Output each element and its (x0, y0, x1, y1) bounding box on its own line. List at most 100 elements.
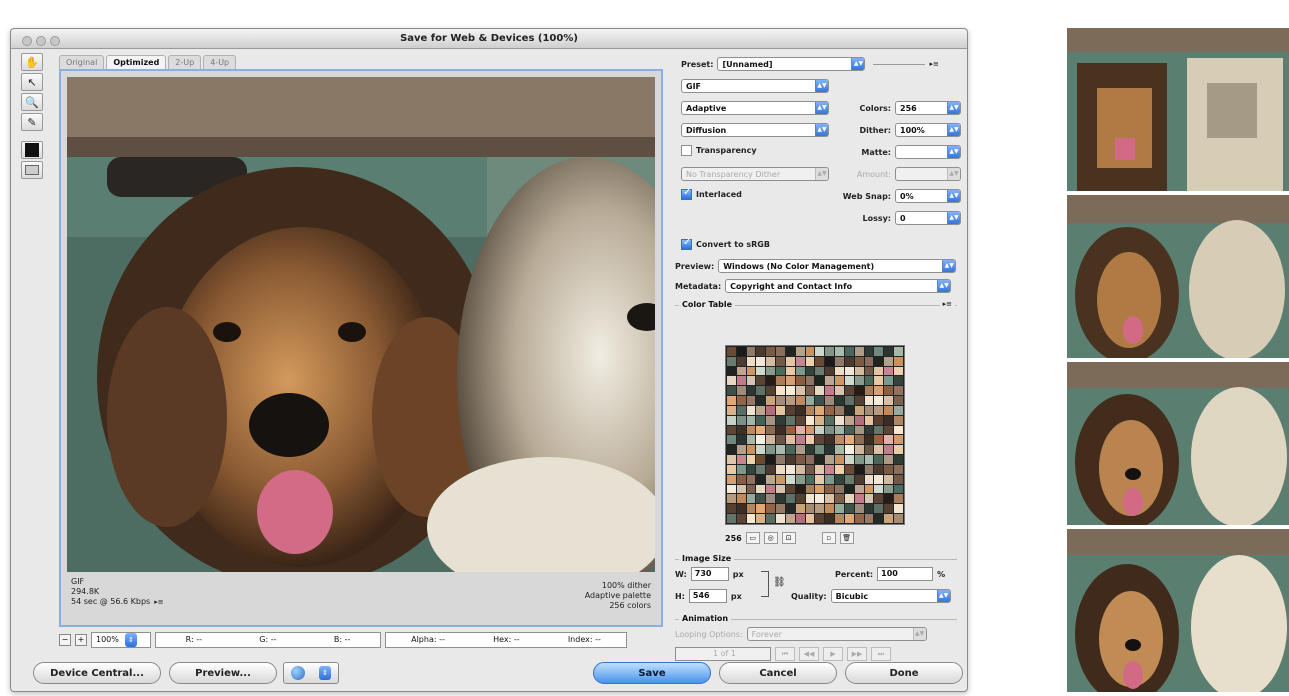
color-swatch[interactable] (854, 356, 864, 366)
color-swatch[interactable] (874, 514, 884, 523)
color-swatch[interactable] (864, 425, 874, 435)
color-swatch[interactable] (825, 425, 835, 435)
color-swatch[interactable] (854, 464, 864, 474)
color-swatch[interactable] (805, 415, 815, 425)
color-swatch[interactable] (805, 435, 815, 445)
color-swatch[interactable] (815, 386, 825, 396)
color-swatch[interactable] (746, 474, 756, 484)
color-swatch[interactable] (727, 494, 736, 504)
color-swatch[interactable] (785, 347, 795, 356)
color-swatch[interactable] (785, 396, 795, 405)
interlaced-checkbox[interactable] (681, 187, 692, 200)
color-swatch[interactable] (835, 435, 844, 445)
color-swatch[interactable] (795, 376, 805, 386)
color-swatch[interactable] (825, 366, 835, 376)
color-swatch[interactable] (874, 455, 884, 464)
color-swatch[interactable] (795, 386, 805, 396)
color-swatch[interactable] (835, 366, 844, 376)
color-swatch[interactable] (746, 445, 756, 455)
color-swatch[interactable] (785, 366, 795, 376)
color-swatch[interactable] (894, 435, 903, 445)
color-swatch[interactable] (795, 514, 805, 523)
hand-tool[interactable]: ✋ (21, 53, 43, 71)
color-swatch[interactable] (727, 396, 736, 405)
color-swatch[interactable] (894, 386, 903, 396)
color-swatch[interactable] (795, 445, 805, 455)
color-swatch[interactable] (805, 405, 815, 415)
color-swatch[interactable] (894, 484, 903, 494)
color-swatch[interactable] (727, 386, 736, 396)
color-swatch[interactable] (805, 356, 815, 366)
color-swatch[interactable] (864, 405, 874, 415)
color-swatch[interactable] (736, 366, 746, 376)
color-swatch[interactable] (766, 366, 776, 376)
eyedropper-color-swatch[interactable] (21, 141, 43, 159)
color-swatch[interactable] (854, 455, 864, 464)
tab-4-up[interactable]: 4-Up (203, 55, 237, 69)
color-swatch[interactable] (854, 494, 864, 504)
color-swatch[interactable] (854, 366, 864, 376)
color-swatch[interactable] (746, 415, 756, 425)
optimized-preview-image[interactable] (67, 77, 655, 572)
color-swatch[interactable] (835, 494, 844, 504)
close-window-button[interactable] (22, 36, 32, 46)
color-swatch[interactable] (825, 455, 835, 464)
color-swatch[interactable] (835, 445, 844, 455)
download-time-menu-icon[interactable]: ▸≡ (154, 597, 163, 607)
preview-button[interactable]: Preview... (169, 662, 277, 684)
color-swatch[interactable] (727, 514, 736, 523)
color-swatch[interactable] (746, 425, 756, 435)
color-swatch[interactable] (746, 435, 756, 445)
color-swatch[interactable] (766, 386, 776, 396)
zoom-tool[interactable]: 🔍 (21, 93, 43, 111)
color-swatch[interactable] (825, 356, 835, 366)
color-swatch[interactable] (864, 356, 874, 366)
color-swatch[interactable] (746, 366, 756, 376)
color-swatch[interactable] (785, 484, 795, 494)
color-swatch[interactable] (835, 347, 844, 356)
color-swatch[interactable] (795, 455, 805, 464)
color-swatch[interactable] (727, 504, 736, 514)
color-swatch[interactable] (854, 376, 864, 386)
color-swatch[interactable] (844, 366, 854, 376)
color-swatch[interactable] (854, 386, 864, 396)
color-swatch[interactable] (874, 376, 884, 386)
color-swatch[interactable] (874, 356, 884, 366)
color-swatch[interactable] (756, 376, 766, 386)
color-swatch[interactable] (815, 514, 825, 523)
color-swatch[interactable] (835, 474, 844, 484)
color-swatch[interactable] (894, 415, 903, 425)
tab-original[interactable]: Original (59, 55, 105, 69)
color-swatch[interactable] (756, 396, 766, 405)
color-swatch[interactable] (864, 514, 874, 523)
color-swatch[interactable] (805, 474, 815, 484)
color-swatch[interactable] (795, 474, 805, 484)
color-swatch[interactable] (854, 514, 864, 523)
color-swatch[interactable] (766, 415, 776, 425)
color-swatch[interactable] (815, 474, 825, 484)
color-swatch[interactable] (835, 386, 844, 396)
transparency-checkbox[interactable] (681, 145, 692, 156)
color-swatch[interactable] (864, 455, 874, 464)
color-swatch[interactable] (844, 386, 854, 396)
color-swatch[interactable] (766, 396, 776, 405)
color-swatch[interactable] (815, 455, 825, 464)
eyedropper-tool[interactable]: ✎ (21, 113, 43, 131)
color-swatch[interactable] (864, 347, 874, 356)
width-input[interactable]: 730 (690, 567, 729, 581)
file-format-select[interactable]: GIF ▲▼ (681, 79, 829, 93)
color-swatch[interactable] (835, 356, 844, 366)
color-swatch[interactable] (864, 484, 874, 494)
color-swatch[interactable] (736, 435, 746, 445)
color-swatch[interactable] (894, 425, 903, 435)
color-swatch[interactable] (727, 366, 736, 376)
color-swatch[interactable] (874, 435, 884, 445)
color-swatch[interactable] (756, 514, 766, 523)
tab-2-up[interactable]: 2-Up (168, 55, 202, 69)
color-swatch[interactable] (756, 366, 766, 376)
color-swatch[interactable] (844, 435, 854, 445)
color-swatch[interactable] (864, 435, 874, 445)
color-swatch[interactable] (884, 396, 894, 405)
color-swatch[interactable] (795, 415, 805, 425)
color-swatch[interactable] (874, 386, 884, 396)
